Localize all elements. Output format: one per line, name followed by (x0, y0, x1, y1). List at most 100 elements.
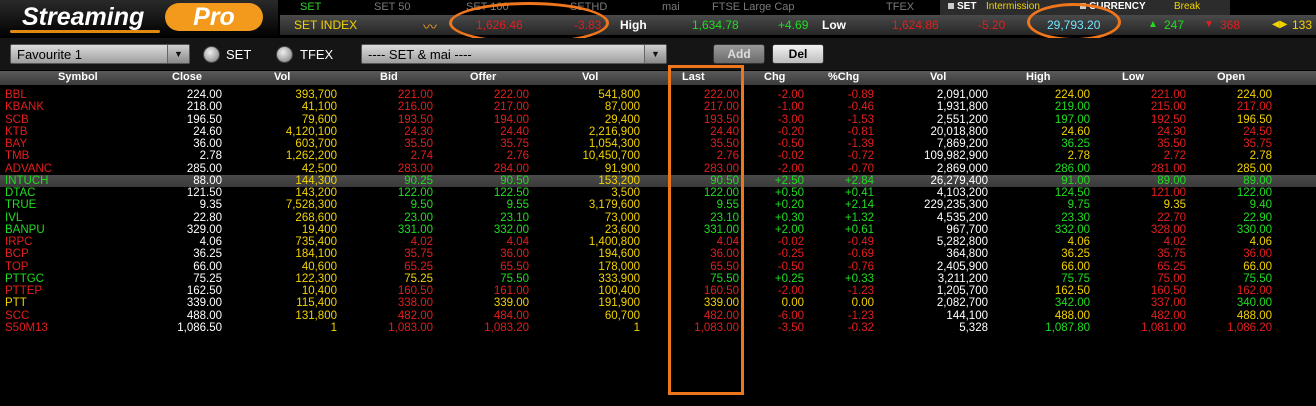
cell-bid: 331.00 (397, 223, 433, 236)
col-vol[interactable]: Vol (930, 71, 946, 83)
cell-bid: 2.74 (410, 150, 433, 163)
cell-close: 196.50 (186, 113, 222, 126)
cell-pchg: +0.41 (844, 187, 874, 199)
table-row[interactable]: KBANK 218.00 41,100 216.00 217.00 87,000 217.0… (0, 101, 1316, 113)
tab-ftse-large-cap[interactable]: FTSE Large Cap (712, 1, 795, 13)
cell-symbol: BCP (5, 248, 29, 261)
cell-symbol: PTTEP (5, 285, 43, 297)
tab-tfex[interactable]: TFEX (886, 1, 914, 13)
table-row[interactable]: KTB 24.60 4,120,100 24.30 24.40 2,216,900 24.4… (0, 126, 1316, 138)
cell-offer-vol: 91,900 (604, 162, 640, 175)
tab-set50[interactable]: SET 50 (374, 1, 411, 13)
chart-icon[interactable]: 〰 (423, 17, 437, 37)
cell-offer-vol: 1,400,800 (588, 236, 640, 248)
app-logo: Streaming Pro (0, 0, 278, 38)
cell-symbol: TRUE (5, 199, 37, 212)
cell-high: 124.50 (1054, 187, 1090, 199)
table-row[interactable]: BBL 224.00 393,700 221.00 222.00 541,800 222.0… (0, 89, 1316, 101)
col-bid[interactable]: Bid (380, 71, 398, 83)
table-row[interactable]: TRUE 9.35 7,528,300 9.50 9.55 3,179,600 9.55 +0… (0, 199, 1316, 211)
col-close[interactable]: Close (172, 71, 202, 83)
col-symbol[interactable]: Symbol (58, 71, 98, 83)
cell-high: 4.06 (1067, 236, 1090, 248)
col-offer[interactable]: Offer (470, 71, 496, 83)
index-low: 1,624.86 (892, 18, 939, 32)
add-button[interactable]: Add (713, 44, 765, 64)
cell-high: 332.00 (1054, 223, 1090, 236)
col-pchg[interactable]: %Chg (828, 71, 859, 83)
table-row[interactable]: SCB 196.50 79,600 193.50 194.00 29,400 193.50-… (0, 114, 1316, 126)
cell-close: 36.25 (193, 248, 222, 261)
cell-bid-vol: 603,700 (295, 138, 337, 150)
table-row[interactable]: SCC 488.00 131,800 482.00 484.00 60,700 482.00… (0, 310, 1316, 322)
cell-high: 488.00 (1054, 309, 1090, 322)
cell-low: 22.70 (1157, 211, 1186, 224)
table-row[interactable]: IVL 22.80 268,600 23.00 23.10 73,000 23.10 +0.3… (0, 212, 1316, 224)
cell-symbol: BANPU (5, 223, 45, 236)
table-row[interactable]: BCP 36.25 184,100 35.75 36.00 194,600 36.00 -0.… (0, 248, 1316, 260)
table-row[interactable]: IRPC 4.06 735,400 4.02 4.04 1,400,800 4.04 -0.0… (0, 236, 1316, 248)
index-bar: SET INDEX 〰 1,626.46 -3.83 High 1,634.78… (280, 15, 1316, 35)
index-name[interactable]: SET INDEX (294, 18, 357, 32)
cell-chg: +2.00 (774, 223, 804, 236)
cell-bid-vol: 268,600 (295, 211, 337, 224)
cell-vol: 5,328 (959, 321, 988, 334)
table-row[interactable]: ADVANC 285.00 42,500 283.00 284.00 91,900 283.… (0, 163, 1316, 175)
radio-tfex[interactable] (276, 46, 293, 63)
cell-chg: -1.00 (777, 101, 804, 114)
table-row[interactable]: PTT 339.00 115,400 338.00 339.00 191,900 339.0… (0, 297, 1316, 309)
table-row[interactable]: PTTEP 162.50 10,400 160.50 161.00 100,400 160.… (0, 285, 1316, 297)
cell-pchg: +0.33 (844, 272, 874, 285)
cell-bid-vol: 42,500 (301, 162, 337, 175)
col-open[interactable]: Open (1217, 71, 1245, 83)
table-row[interactable]: INTUCH 88.00 144,300 90.25 90.50 153,200 90.50… (0, 174, 1316, 187)
col-bid-vol[interactable]: Vol (274, 71, 290, 83)
table-row[interactable]: BAY 36.00 603,700 35.50 35.75 1,054,300 35.50 -… (0, 138, 1316, 150)
cell-open: 66.00 (1243, 260, 1272, 273)
cell-close: 285.00 (186, 162, 222, 175)
cell-chg: +0.50 (774, 187, 804, 199)
cell-open: 330.00 (1236, 223, 1272, 236)
table-row[interactable]: BANPU 329.00 19,400 331.00 332.00 23,600 331.0… (0, 224, 1316, 236)
cell-offer: 65.50 (500, 260, 529, 273)
col-chg[interactable]: Chg (764, 71, 785, 83)
table-row[interactable]: TOP 66.00 40,600 65.25 65.50 178,000 65.50 -0.5… (0, 261, 1316, 273)
cell-offer-vol: 60,700 (604, 309, 640, 322)
cell-pchg: -0.72 (847, 150, 874, 163)
cell-vol: 26,279,400 (930, 174, 988, 187)
table-row[interactable]: S50M13 1,086.50 1 1,083.00 1,083.20 1 1,083.00… (0, 322, 1316, 334)
cell-chg: -6.00 (777, 309, 804, 322)
market-select[interactable]: ---- SET & mai ---- ▼ (361, 44, 667, 64)
cell-offer-vol: 10,450,700 (582, 150, 640, 163)
col-low[interactable]: Low (1122, 71, 1144, 83)
delete-button[interactable]: Del (772, 44, 824, 64)
cell-bid-vol: 40,600 (301, 260, 337, 273)
cell-bid-vol: 1 (330, 321, 337, 334)
favourite-select[interactable]: Favourite 1 ▼ (10, 44, 190, 64)
cell-vol: 5,282,800 (936, 236, 988, 248)
cell-chg: +0.20 (774, 199, 804, 212)
col-offer-vol[interactable]: Vol (582, 71, 598, 83)
cell-bid-vol: 115,400 (296, 297, 337, 310)
table-row[interactable]: PTTGC 75.25 122,300 75.25 75.50 333,900 75.50 +… (0, 273, 1316, 285)
radio-set[interactable] (203, 46, 220, 63)
cell-bid-vol: 4,120,100 (285, 125, 337, 138)
cell-vol: 4,103,200 (936, 187, 988, 199)
chevron-down-icon[interactable]: ▼ (644, 45, 666, 63)
cell-vol: 2,082,700 (936, 297, 988, 310)
status-square-icon (948, 3, 954, 9)
cell-pchg: -0.70 (847, 162, 874, 175)
cell-bid: 193.50 (397, 113, 433, 126)
col-high[interactable]: High (1026, 71, 1050, 83)
cell-symbol: KBANK (5, 101, 44, 114)
tab-mai[interactable]: mai (662, 1, 680, 13)
table-row[interactable]: TMB 2.78 1,262,200 2.74 2.76 10,450,700 2.76 -0… (0, 150, 1316, 162)
chevron-down-icon[interactable]: ▼ (167, 45, 189, 63)
cell-close: 24.60 (193, 125, 222, 138)
table-row[interactable]: DTAC 121.50 143,200 122.00 122.50 3,500 122.00… (0, 187, 1316, 199)
cell-vol: 7,869,200 (936, 138, 988, 150)
tab-set[interactable]: SET (300, 1, 321, 13)
logo-swoosh (10, 30, 160, 33)
cell-symbol: BBL (5, 89, 27, 101)
cell-offer: 2.76 (506, 150, 529, 163)
